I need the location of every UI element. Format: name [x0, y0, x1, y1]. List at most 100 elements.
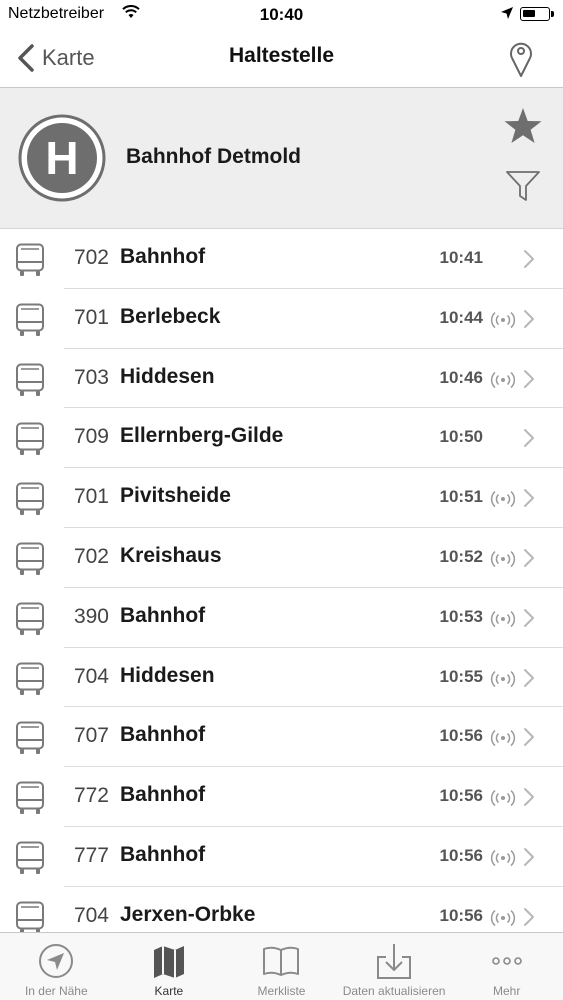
- realtime-icon: [490, 371, 516, 388]
- line-number: 707: [73, 724, 109, 748]
- bus-icon: [16, 781, 44, 815]
- departure-row[interactable]: 709 Ellernberg-Gilde 10:50: [0, 408, 563, 469]
- realtime-icon: [490, 849, 516, 867]
- departure-time: 10:56: [439, 905, 483, 925]
- battery-icon: [520, 7, 554, 21]
- back-button[interactable]: Karte: [14, 42, 95, 74]
- bus-icon: [16, 901, 44, 932]
- tab-location-compass[interactable]: In der Nähe: [0, 933, 113, 1000]
- bus-icon: [16, 542, 44, 575]
- realtime-icon: [490, 550, 516, 568]
- chevron-right-icon: [524, 429, 534, 448]
- status-time: 10:40: [259, 5, 304, 24]
- chevron-right-icon: [524, 728, 534, 747]
- chevron-right-icon: [524, 250, 534, 268]
- realtime-icon: [490, 790, 516, 807]
- stop-logo-letter: H: [45, 132, 78, 184]
- map-icon: [153, 946, 184, 978]
- destination: Bahnhof: [120, 603, 206, 627]
- departure-row[interactable]: 703 Hiddesen 10:46: [0, 349, 563, 409]
- line-number: 702: [73, 246, 109, 269]
- destination: Bahnhof: [120, 783, 206, 807]
- bus-icon: [16, 303, 44, 336]
- departure-row[interactable]: 772 Bahnhof 10:56: [0, 767, 563, 827]
- destination: Berlebeck: [120, 304, 221, 328]
- filter-icon[interactable]: [505, 168, 541, 204]
- line-number: 701: [73, 305, 109, 329]
- status-bar: Netzbetreiber 10:40: [0, 0, 563, 30]
- download-icon: [377, 944, 412, 979]
- nav-bar: Karte Haltestelle: [0, 30, 563, 88]
- departure-row[interactable]: 390 Bahnhof 10:53: [0, 588, 563, 648]
- line-number: 772: [73, 784, 109, 808]
- destination: Jerxen-Orbke: [120, 902, 256, 926]
- line-number: 701: [73, 485, 109, 509]
- bus-stop-logo: H: [18, 114, 106, 202]
- bus-icon: [16, 841, 44, 874]
- bus-icon: [16, 721, 44, 755]
- departure-time: 10:50: [439, 427, 483, 447]
- destination: Kreishaus: [120, 543, 222, 567]
- chevron-right-icon: [524, 788, 534, 807]
- departure-row[interactable]: 701 Berlebeck 10:44: [0, 289, 563, 349]
- location-compass-icon: [39, 944, 74, 978]
- back-chevron-icon: [18, 44, 34, 72]
- stop-name: Bahnhof Detmold: [126, 145, 301, 168]
- realtime-icon: [490, 909, 516, 926]
- bus-icon: [16, 662, 44, 695]
- departure-time: 10:51: [439, 487, 483, 507]
- departure-row[interactable]: 704 Jerxen-Orbke 10:56: [0, 887, 563, 932]
- bus-icon: [16, 602, 44, 635]
- chevron-right-icon: [524, 309, 534, 328]
- departure-row[interactable]: 704 Hiddesen 10:55: [0, 648, 563, 708]
- departure-list: 702 Bahnhof 10:41 701 Berlebeck 10:44 703 Hidde…: [0, 229, 563, 932]
- tab-label: Daten aktualisieren: [342, 984, 446, 998]
- destination: Hiddesen: [120, 663, 215, 687]
- tab-bar: In der Nähe Karte Merkliste Daten aktualisi…: [0, 932, 563, 1000]
- departure-row[interactable]: 701 Pivitsheide 10:51: [0, 468, 563, 528]
- tab-download[interactable]: Daten aktualisieren: [338, 933, 451, 1000]
- realtime-icon: [490, 730, 516, 747]
- realtime-icon: [490, 491, 516, 508]
- destination: Bahnhof: [120, 842, 206, 866]
- star-icon[interactable]: [503, 106, 543, 146]
- departure-time: 10:44: [439, 307, 483, 327]
- line-number: 777: [73, 843, 109, 867]
- tab-label: Karte: [154, 984, 184, 998]
- tab-map[interactable]: Karte: [113, 933, 226, 1000]
- chevron-right-icon: [524, 369, 534, 388]
- book-icon: [263, 946, 300, 976]
- map-pin-icon[interactable]: [506, 38, 536, 78]
- line-number: 709: [73, 425, 109, 449]
- destination: Pivitsheide: [120, 484, 231, 508]
- tab-book[interactable]: Merkliste: [225, 933, 338, 1000]
- departure-row[interactable]: 777 Bahnhof 10:56: [0, 827, 563, 887]
- departure-row[interactable]: 702 Bahnhof 10:41: [0, 229, 563, 289]
- chevron-right-icon: [524, 847, 534, 866]
- chevron-right-icon: [524, 548, 534, 567]
- departure-time: 10:41: [439, 248, 483, 267]
- location-arrow-icon: [501, 7, 513, 19]
- chevron-right-icon: [524, 668, 534, 687]
- line-number: 704: [73, 664, 109, 688]
- departure-row[interactable]: 707 Bahnhof 10:56: [0, 707, 563, 768]
- destination: Hiddesen: [120, 364, 215, 388]
- more-dots-icon: [491, 957, 522, 965]
- tab-label: In der Nähe: [24, 984, 88, 998]
- back-label: Karte: [42, 45, 95, 70]
- line-number: 390: [73, 604, 109, 628]
- departure-time: 10:56: [439, 726, 483, 746]
- departure-row[interactable]: 702 Kreishaus 10:52: [0, 528, 563, 588]
- line-number: 702: [73, 544, 109, 568]
- departure-time: 10:55: [439, 666, 483, 686]
- departure-time: 10:53: [439, 606, 483, 626]
- destination: Ellernberg-Gilde: [120, 424, 284, 448]
- destination: Bahnhof: [120, 245, 206, 268]
- bus-icon: [16, 422, 44, 456]
- chevron-right-icon: [524, 489, 534, 508]
- departure-time: 10:56: [439, 845, 483, 865]
- tab-more-dots[interactable]: Mehr: [450, 933, 563, 1000]
- line-number: 703: [73, 365, 109, 389]
- line-number: 704: [73, 903, 109, 927]
- tab-label: Mehr: [493, 984, 521, 998]
